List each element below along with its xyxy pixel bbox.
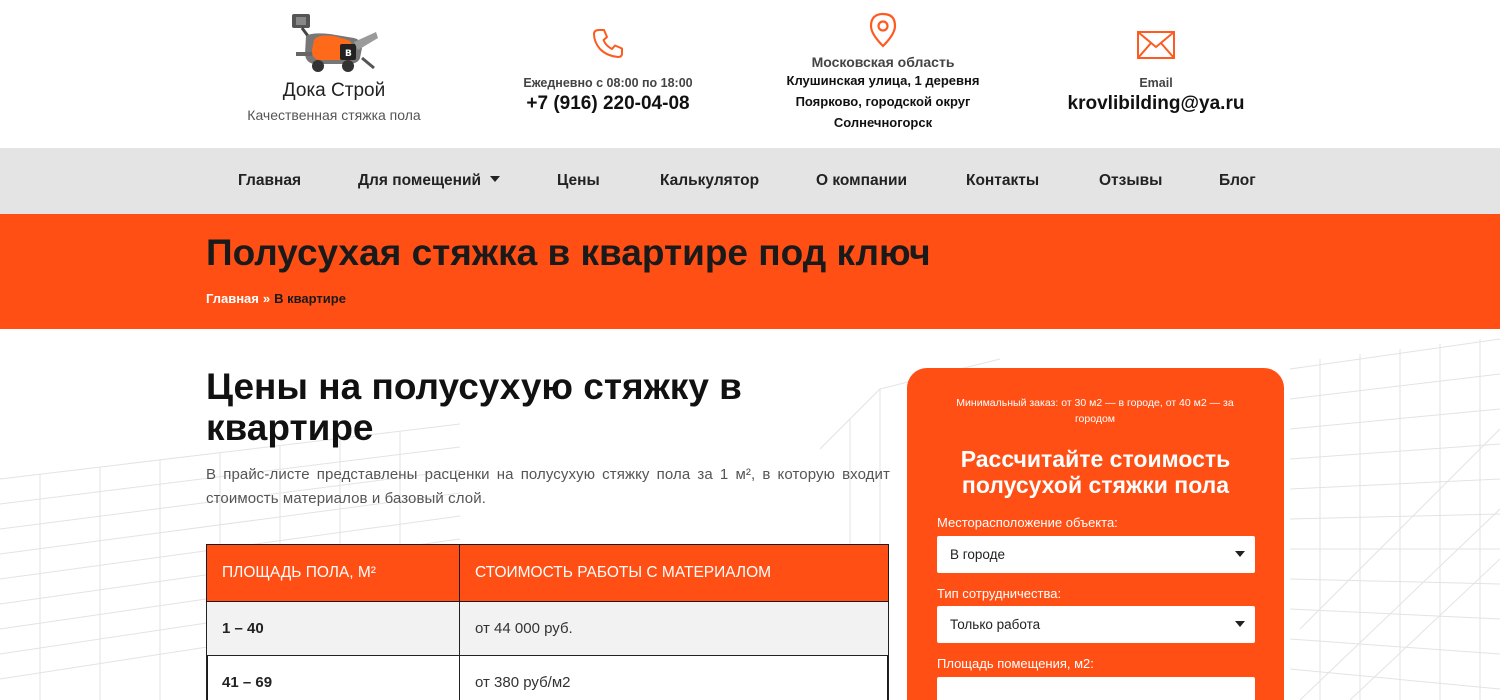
- price-table: ПЛОЩАДЬ ПОЛА, М² СТОИМОСТЬ РАБОТЫ С МАТЕ…: [206, 544, 889, 700]
- main-nav: Главная Для помещений Цены Калькулятор О…: [0, 148, 1500, 214]
- cell-area: 41 – 69: [206, 655, 460, 700]
- breadcrumb-home[interactable]: Главная: [206, 291, 259, 306]
- nav-item-reviews[interactable]: Отзывы: [1099, 148, 1162, 214]
- nav-item-prices[interactable]: Цены: [557, 148, 600, 214]
- cell-price: от 44 000 руб.: [459, 601, 889, 656]
- cell-area: 1 – 40: [206, 601, 460, 656]
- nav-item-label: Главная: [238, 172, 302, 189]
- nav-item-contacts[interactable]: Контакты: [966, 148, 1039, 214]
- nav-item-label: Для помещений: [358, 172, 482, 189]
- logo-name: Дока Строй: [282, 80, 386, 101]
- nav-item-label: Цены: [557, 172, 600, 189]
- nav-item-blog[interactable]: Блог: [1219, 148, 1256, 214]
- email-label: Email: [1139, 76, 1173, 90]
- nav-item-label: Блог: [1219, 172, 1256, 189]
- logo-block[interactable]: B Дока Строй Качественная стяжка пола: [234, 12, 434, 123]
- address-block: Московская область Клушинская улица, 1 д…: [773, 12, 993, 133]
- nav-item-label: Контакты: [966, 172, 1040, 189]
- table-header-row: ПЛОЩАДЬ ПОЛА, М² СТОИМОСТЬ РАБОТЫ С МАТЕ…: [206, 544, 889, 602]
- cooperation-select-value: Только работа: [950, 617, 1041, 632]
- section-title: Цены на полусухую стяжку в квартире: [206, 366, 742, 448]
- area-label: Площадь помещения, м2:: [937, 656, 1094, 671]
- calculator-title: Рассчитайте стоимость полусухой стяжки п…: [960, 446, 1231, 498]
- area-input[interactable]: [937, 677, 1255, 700]
- nav-item-rooms[interactable]: Для помещений: [358, 148, 501, 214]
- site-header: B Дока Строй Качественная стяжка пола Еж…: [0, 0, 1500, 148]
- column-header-price: СТОИМОСТЬ РАБОТЫ С МАТЕРИАЛОМ: [459, 544, 889, 602]
- nav-item-label: Отзывы: [1099, 172, 1163, 189]
- breadcrumb: Главная» В квартире: [206, 291, 346, 306]
- nav-item-calculator[interactable]: Калькулятор: [660, 148, 759, 214]
- cooperation-select[interactable]: Только работа: [937, 606, 1255, 643]
- breadcrumb-separator: »: [262, 291, 271, 306]
- cell-price: от 380 руб/м2: [459, 655, 889, 700]
- phone-link[interactable]: +7 (916) 220-04-08: [500, 93, 716, 115]
- address-line-2: Поярково, городской округ: [795, 94, 971, 109]
- location-label: Месторасположение объекта:: [937, 515, 1118, 530]
- nav-item-about[interactable]: О компании: [816, 148, 907, 214]
- cooperation-label: Тип сотрудничества:: [937, 586, 1062, 601]
- dropdown-arrow-icon: [1235, 621, 1245, 627]
- dropdown-arrow-icon: [1235, 551, 1245, 557]
- phone-icon: [593, 29, 623, 58]
- address-region: Московская область: [811, 54, 955, 70]
- page-title: Полусухая стяжка в квартире под ключ: [206, 232, 931, 273]
- location-select[interactable]: В городе: [937, 536, 1255, 573]
- logo-machine-icon: B: [292, 14, 378, 72]
- address-line-3: Солнечногорск: [833, 115, 933, 130]
- logo-tagline: Качественная стяжка пола: [247, 107, 421, 123]
- nav-item-label: Калькулятор: [660, 172, 760, 189]
- column-header-area: ПЛОЩАДЬ ПОЛА, М²: [206, 544, 460, 602]
- svg-text:B: B: [345, 49, 352, 59]
- location-pin-icon: [869, 12, 897, 48]
- price-calculator-card: Минимальный заказ: от 30 м2 — в городе, …: [907, 368, 1284, 700]
- table-row: 41 – 69 от 380 руб/м2: [206, 655, 889, 700]
- location-select-value: В городе: [950, 547, 1005, 562]
- address-line-1: Клушинская улица, 1 деревня: [786, 73, 980, 88]
- email-block: Email krovlibilding@ya.ru: [1056, 30, 1256, 115]
- email-link[interactable]: krovlibilding@ya.ru: [1056, 93, 1256, 115]
- minimum-order-note: Минимальный заказ: от 30 м2 — в городе, …: [956, 397, 1234, 425]
- nav-item-home[interactable]: Главная: [238, 148, 301, 214]
- chevron-down-icon: [490, 175, 501, 182]
- working-hours: Ежедневно с 08:00 по 18:00: [523, 76, 693, 90]
- intro-text: В прайс-листе представлены расценки на п…: [206, 466, 890, 507]
- nav-item-label: О компании: [816, 172, 908, 189]
- breadcrumb-current: В квартире: [274, 291, 346, 306]
- table-row: 1 – 40 от 44 000 руб.: [206, 601, 889, 656]
- mail-icon: [1137, 31, 1175, 59]
- page-hero: Полусухая стяжка в квартире под ключ Гла…: [0, 214, 1500, 329]
- phone-block: Ежедневно с 08:00 по 18:00 +7 (916) 220-…: [500, 26, 716, 115]
